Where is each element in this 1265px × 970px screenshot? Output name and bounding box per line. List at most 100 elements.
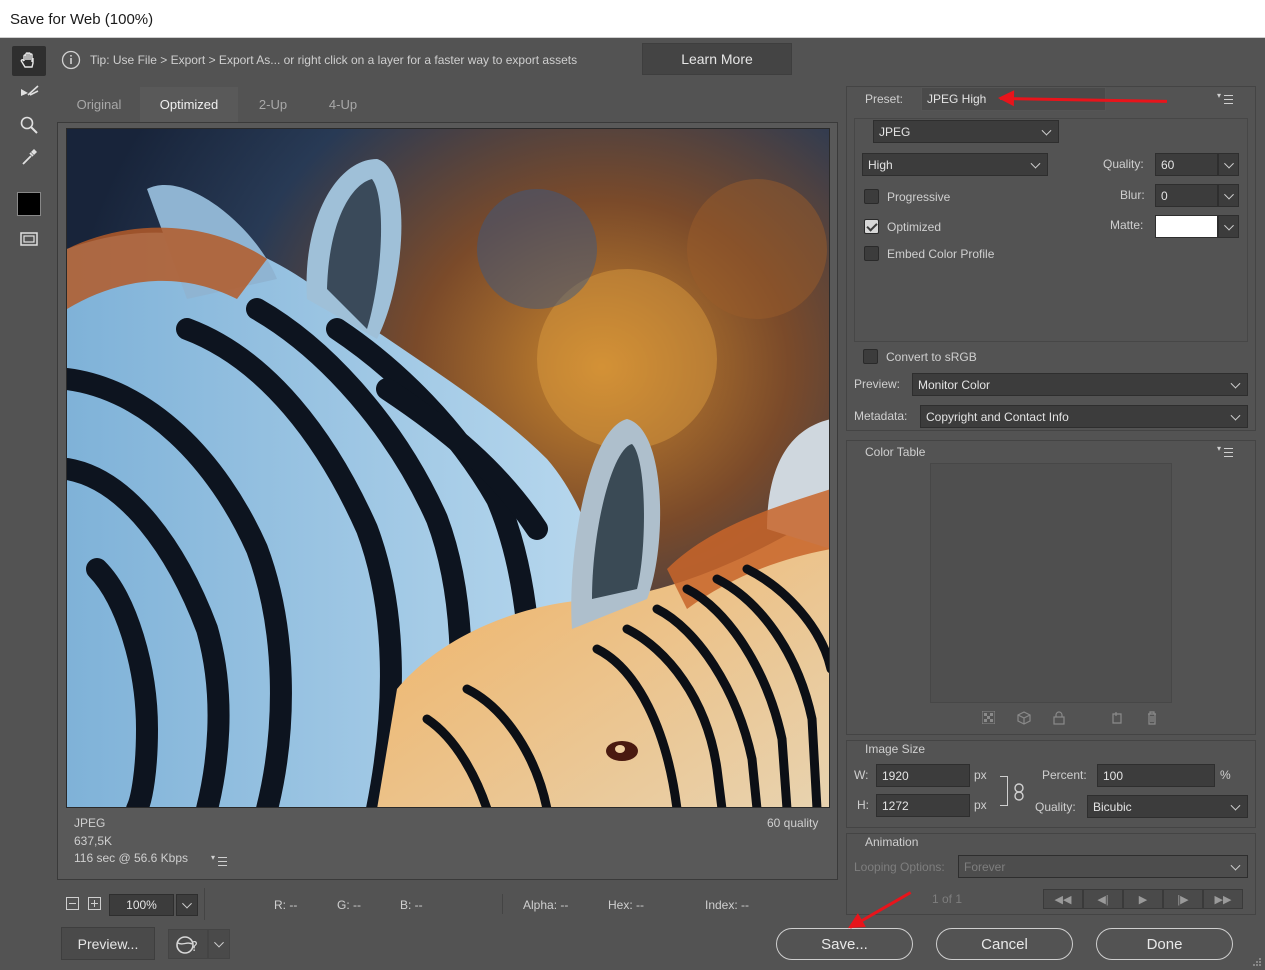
image-size-title: Image Size: [865, 742, 930, 756]
matte-label: Matte:: [1110, 218, 1144, 232]
magnifier-icon: [20, 116, 38, 134]
trash-icon[interactable]: [1145, 711, 1159, 725]
toggle-slices-tool[interactable]: [12, 224, 46, 254]
zoom-out-button[interactable]: [66, 897, 79, 910]
resample-quality-dropdown[interactable]: Bicubic: [1087, 795, 1248, 818]
quality-label: Quality:: [1103, 157, 1144, 171]
optimize-menu-icon[interactable]: [1217, 91, 1235, 104]
slice-select-icon: [21, 85, 39, 96]
web-shift-cube-icon[interactable]: [1017, 711, 1031, 725]
browser-icon: ?: [176, 936, 198, 955]
blur-field[interactable]: 0: [1155, 184, 1218, 207]
compression-quality-dropdown[interactable]: High: [862, 153, 1048, 176]
zoom-tool[interactable]: [12, 110, 46, 140]
quality-field[interactable]: 60: [1155, 153, 1218, 176]
window-title: Save for Web (100%): [10, 11, 154, 28]
divider: [502, 894, 503, 914]
progressive-checkbox[interactable]: [864, 189, 879, 204]
optimized-label: Optimized: [887, 220, 942, 234]
hex-value: Hex: --: [608, 898, 644, 912]
zebra-photo: [67, 129, 829, 807]
convert-srgb-checkbox[interactable]: [863, 349, 878, 364]
zoom-in-button[interactable]: [88, 897, 101, 910]
zoom-controls: 100%: [57, 888, 200, 920]
height-unit: px: [974, 798, 987, 812]
previous-frame-button[interactable]: ◀|: [1083, 889, 1123, 909]
slice-visibility-icon: [20, 232, 38, 246]
alpha-value: Alpha: --: [523, 898, 569, 912]
optimized-image-preview[interactable]: [66, 128, 830, 808]
tab-4-up[interactable]: 4-Up: [308, 87, 378, 122]
tab-2-up[interactable]: 2-Up: [238, 87, 308, 122]
blur-slider-button[interactable]: [1218, 184, 1239, 207]
preview-button[interactable]: Preview...: [61, 927, 155, 960]
next-frame-button[interactable]: |▶: [1163, 889, 1203, 909]
resample-quality-label: Quality:: [1035, 800, 1076, 814]
blue-value: B: --: [400, 898, 423, 912]
done-button[interactable]: Done: [1096, 928, 1233, 960]
map-transparent-icon[interactable]: [982, 711, 995, 724]
cancel-button[interactable]: Cancel: [936, 928, 1073, 960]
color-table-actions: [982, 711, 1162, 725]
eyedropper-icon: [22, 149, 37, 165]
resize-grip-icon[interactable]: [1252, 957, 1262, 967]
lock-icon[interactable]: [1052, 711, 1066, 725]
first-frame-button[interactable]: ◀◀: [1043, 889, 1083, 909]
eyedropper-color-swatch[interactable]: [17, 192, 41, 216]
constrain-bracket: [1000, 776, 1008, 806]
browser-select-button[interactable]: ?: [168, 929, 208, 959]
optimized-checkbox[interactable]: [864, 219, 879, 234]
index-value: Index: --: [705, 898, 750, 912]
tab-optimized[interactable]: Optimized: [140, 87, 238, 122]
preview-label: Preview:: [854, 377, 901, 391]
width-label: W:: [854, 768, 869, 782]
zoom-dropdown[interactable]: [176, 894, 198, 916]
info-icon: [61, 50, 81, 70]
output-format: JPEG: [74, 816, 106, 830]
preset-label: Preset:: [865, 92, 904, 106]
hand-tool[interactable]: [12, 46, 46, 76]
last-frame-button[interactable]: ▶▶: [1203, 889, 1243, 909]
metadata-label: Metadata:: [854, 409, 908, 423]
tool-panel: [0, 38, 57, 918]
download-speed-menu-icon[interactable]: [211, 853, 229, 866]
color-table-swatches: [930, 463, 1172, 703]
play-button[interactable]: ▶: [1123, 889, 1163, 909]
file-format-dropdown[interactable]: JPEG: [873, 120, 1059, 143]
download-time: 116 sec @ 56.6 Kbps: [74, 851, 189, 865]
tab-original[interactable]: Original: [58, 87, 140, 122]
color-table-title: Color Table: [865, 445, 930, 459]
learn-more-button[interactable]: Learn More: [642, 43, 792, 75]
height-field[interactable]: 1272: [876, 794, 970, 817]
matte-color-swatch[interactable]: [1155, 215, 1218, 238]
save-button[interactable]: Save...: [776, 928, 913, 960]
metadata-dropdown[interactable]: Copyright and Contact Info: [920, 405, 1248, 428]
tip-text: Tip: Use File > Export > Export As... or…: [90, 53, 578, 67]
slice-select-tool[interactable]: [12, 78, 46, 108]
frame-counter: 1 of 1: [932, 892, 963, 906]
width-field[interactable]: 1920: [876, 764, 970, 787]
title-bar: Save for Web (100%): [0, 0, 1265, 38]
eyedropper-tool[interactable]: [12, 142, 46, 172]
new-color-icon[interactable]: [1110, 711, 1124, 725]
convert-srgb-label: Convert to sRGB: [886, 350, 977, 364]
blur-label: Blur:: [1120, 188, 1145, 202]
percent-label: Percent:: [1042, 768, 1087, 782]
progressive-label: Progressive: [887, 190, 951, 204]
zoom-level-field[interactable]: 100%: [109, 894, 174, 916]
output-quality-label: 60 quality: [767, 816, 819, 830]
percent-field[interactable]: 100: [1097, 764, 1215, 787]
embed-color-profile-checkbox[interactable]: [864, 246, 879, 261]
green-value: G: --: [337, 898, 361, 912]
color-table-menu-icon[interactable]: [1217, 444, 1235, 457]
height-label: H:: [857, 798, 869, 812]
quality-slider-button[interactable]: [1218, 153, 1239, 176]
pixel-info-bar: R: -- G: -- B: -- Alpha: -- Hex: -- Inde…: [204, 888, 838, 920]
looping-options-dropdown[interactable]: Forever: [958, 855, 1248, 878]
looping-options-label: Looping Options:: [854, 860, 945, 874]
preview-color-dropdown[interactable]: Monitor Color: [912, 373, 1248, 396]
red-value: R: --: [274, 898, 298, 912]
link-proportions-icon[interactable]: [1013, 783, 1025, 801]
matte-dropdown[interactable]: [1218, 215, 1239, 238]
browser-dropdown[interactable]: [208, 929, 230, 959]
